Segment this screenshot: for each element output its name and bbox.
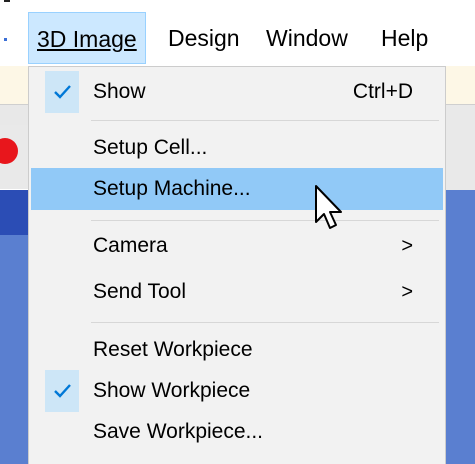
checkmark-icon bbox=[45, 71, 79, 113]
menu-item-show[interactable]: Show Ctrl+D bbox=[31, 71, 443, 113]
menu-item-reset-workpiece[interactable]: Reset Workpiece bbox=[31, 329, 443, 371]
menu-help-label: Help bbox=[381, 25, 429, 51]
menu-item-show-workpiece[interactable]: Show Workpiece bbox=[31, 370, 443, 412]
mouse-pointer-icon bbox=[314, 184, 350, 236]
menu-bar-marker bbox=[4, 38, 7, 41]
menu-item-label: Show Workpiece bbox=[93, 379, 251, 402]
shortcut-label: Ctrl+D bbox=[352, 80, 413, 103]
menu-item-label: Show bbox=[93, 80, 146, 103]
menu-help[interactable]: Help bbox=[381, 12, 428, 64]
menu-3d-image-label: 3D Image bbox=[37, 26, 137, 52]
app-toolbar-strip bbox=[0, 66, 28, 105]
menu-item-send-tool[interactable]: Send Tool > bbox=[31, 271, 443, 313]
menu-separator bbox=[91, 322, 439, 323]
dropdown-3d-image: Show Ctrl+D Setup Cell... Setup Machine.… bbox=[28, 66, 446, 464]
menu-window-label: Window bbox=[266, 25, 348, 51]
app-edge-mark bbox=[4, 0, 10, 2]
app-viewport-strip bbox=[0, 235, 28, 464]
chevron-right-icon: > bbox=[401, 235, 413, 257]
menu-item-label: Setup Machine... bbox=[93, 177, 251, 200]
app-toolbar-strip bbox=[446, 105, 475, 190]
menu-separator bbox=[91, 220, 439, 221]
chevron-right-icon: > bbox=[401, 281, 413, 303]
menu-item-label: Setup Cell... bbox=[93, 136, 208, 159]
menu-item-label: Camera bbox=[93, 234, 168, 257]
menu-design[interactable]: Design bbox=[168, 12, 240, 64]
menu-design-label: Design bbox=[168, 25, 240, 51]
menu-item-label: Reset Workpiece bbox=[93, 338, 253, 361]
app-viewport-strip bbox=[0, 190, 28, 235]
app-viewport-strip bbox=[446, 190, 475, 464]
menu-bar: 3D Image Design Window Help bbox=[0, 12, 475, 66]
menu-item-camera[interactable]: Camera > bbox=[31, 225, 443, 267]
menu-item-label: Send Tool bbox=[93, 280, 187, 303]
menu-separator bbox=[91, 120, 439, 121]
menu-window[interactable]: Window bbox=[266, 12, 348, 64]
menu-item-setup-machine[interactable]: Setup Machine... bbox=[31, 168, 443, 210]
app-toolbar-strip bbox=[0, 105, 28, 125]
menu-item-label: Save Workpiece... bbox=[93, 420, 264, 443]
menu-item-save-workpiece[interactable]: Save Workpiece... bbox=[31, 411, 443, 453]
menu-item-setup-cell[interactable]: Setup Cell... bbox=[31, 127, 443, 169]
menu-3d-image[interactable]: 3D Image bbox=[28, 12, 146, 64]
app-toolbar-strip bbox=[446, 66, 475, 105]
checkmark-icon bbox=[45, 370, 79, 412]
